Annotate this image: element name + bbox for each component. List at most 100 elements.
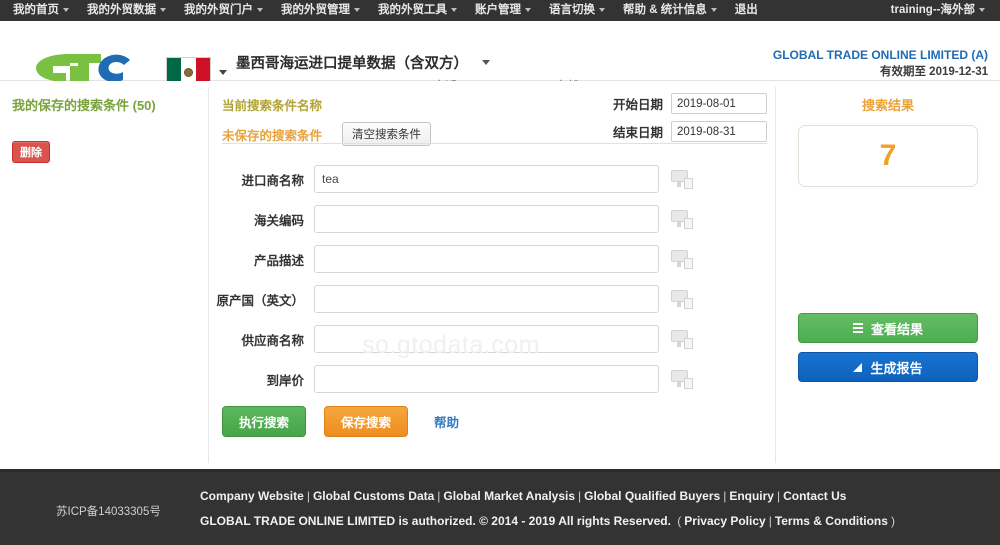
account-name: GLOBAL TRADE ONLINE LIMITED (A) (772, 48, 988, 62)
top-navigation-bar: 我的首页 我的外贸数据 我的外贸门户 我的外贸管理 我的外贸工具 账户管理 语言… (0, 0, 1000, 21)
note-icon[interactable] (671, 369, 693, 389)
footer-paren-close: ) (890, 514, 895, 528)
footer-separator: | (723, 489, 727, 503)
nav-item-trade-data[interactable]: 我的外贸数据 (78, 0, 175, 21)
field-label-cif-price: 到岸价 (266, 373, 304, 388)
start-date-input[interactable] (671, 93, 767, 114)
nav-item-home-label: 我的首页 (13, 4, 59, 16)
nav-item-account-management[interactable]: 账户管理 (466, 0, 540, 21)
chevron-down-icon[interactable] (482, 60, 490, 65)
note-stand-shape (677, 261, 681, 267)
chevron-down-icon (710, 7, 717, 12)
hs-code-input[interactable] (314, 205, 659, 233)
unsaved-condition-label: 未保存的搜索条件 (222, 128, 323, 143)
note-icon[interactable] (671, 329, 693, 349)
product-description-input[interactable] (314, 245, 659, 273)
search-fields-list: 进口商名称 海关编码 (208, 159, 775, 399)
note-page-shape (684, 217, 693, 229)
footer-link-global-customs-data[interactable]: Global Customs Data (313, 489, 434, 503)
note-icon[interactable] (671, 249, 693, 269)
view-results-label: 查看结果 (870, 321, 923, 337)
start-date-row: 开始日期 (613, 93, 767, 114)
footer-paren-open: ( (677, 514, 682, 528)
results-title: 搜索结果 (861, 98, 914, 113)
cif-price-input[interactable] (314, 365, 659, 393)
delete-button[interactable]: 删除 (12, 141, 50, 163)
field-row-product-description: 产品描述 (208, 239, 775, 279)
generate-report-label: 生成报告 (870, 360, 923, 376)
field-row-importer-name: 进口商名称 (208, 159, 775, 199)
note-icon[interactable] (671, 169, 693, 189)
importer-name-input[interactable] (314, 165, 659, 193)
nav-user-menu[interactable]: training--海外部 (882, 0, 994, 21)
field-label-supplier-name: 供应商名称 (241, 333, 304, 348)
footer-link-global-qualified-buyers[interactable]: Global Qualified Buyers (584, 489, 720, 503)
origin-country-input[interactable] (314, 285, 659, 313)
page-title[interactable]: 墨西哥海运进口提单数据（含双方） (236, 52, 723, 73)
search-form-panel: 当前搜索条件名称 未保存的搜索条件 清空搜索条件 开始日期 结束日期 (208, 81, 775, 469)
footer-separator: | (578, 489, 582, 503)
footer-link-terms-conditions[interactable]: Terms & Conditions (775, 514, 888, 528)
execute-search-button[interactable]: 执行搜索 (222, 406, 307, 437)
nav-item-trade-management-label: 我的外贸管理 (281, 4, 350, 16)
nav-item-account-management-label: 账户管理 (475, 4, 521, 16)
list-grid-icon (852, 323, 863, 333)
note-page-shape (684, 177, 693, 189)
results-panel: 搜索结果 7 查看结果 生成报告 (776, 81, 1000, 469)
note-stand-shape (677, 341, 681, 347)
footer-link-company-website[interactable]: Company Website (200, 489, 304, 503)
field-row-supplier-name: 供应商名称 (208, 319, 775, 359)
nav-item-language-switch-label: 语言切换 (549, 4, 595, 16)
save-search-button[interactable]: 保存搜索 (324, 406, 409, 437)
flag-emblem-icon (183, 67, 193, 77)
view-results-button[interactable]: 查看结果 (798, 313, 978, 343)
chevron-down-icon (599, 7, 605, 12)
nav-item-help-stats[interactable]: 帮助 & 统计信息 (614, 0, 726, 21)
main-body: 我的保存的搜索条件 (50) 删除 当前搜索条件名称 未保存的搜索条件 清空搜索… (0, 81, 1000, 469)
page-header: GLOBAL TRADE ONLINE LIMITED 墨西哥海运进口提单数据（… (0, 21, 1000, 95)
current-condition-label: 当前搜索条件名称 (222, 99, 323, 113)
footer-link-global-market-analysis[interactable]: Global Market Analysis (443, 489, 575, 503)
chevron-down-icon[interactable] (219, 69, 227, 75)
chevron-down-icon (451, 7, 457, 12)
chevron-down-icon (63, 7, 69, 12)
nav-item-trade-management[interactable]: 我的外贸管理 (272, 0, 369, 21)
footer-links: Company Website | Global Customs Data | Glob… (200, 489, 846, 503)
saved-conditions-sidebar: 我的保存的搜索条件 (50) 删除 (0, 81, 208, 163)
field-label-origin-country: 原产国（英文） (216, 293, 304, 308)
nav-item-trade-tools-label: 我的外贸工具 (378, 4, 447, 16)
note-stand-shape (677, 221, 681, 227)
gto-logo-icon (36, 54, 130, 83)
footer-link-contact-us[interactable]: Contact Us (783, 489, 846, 503)
help-link[interactable]: 帮助 (434, 412, 459, 431)
footer-link-privacy-policy[interactable]: Privacy Policy (684, 514, 765, 528)
nav-item-language-switch[interactable]: 语言切换 (540, 0, 614, 21)
note-page-shape (684, 377, 693, 389)
chevron-down-icon (525, 7, 531, 12)
supplier-name-input[interactable] (314, 325, 659, 353)
account-validity-value: 2019-12-31 (929, 66, 988, 79)
nav-item-home[interactable]: 我的首页 (4, 0, 78, 21)
icp-license: 苏ICP备14033305号 (56, 506, 161, 518)
note-stand-shape (677, 301, 681, 307)
nav-item-trade-tools[interactable]: 我的外贸工具 (369, 0, 466, 21)
nav-item-trade-portal[interactable]: 我的外贸门户 (175, 0, 272, 21)
date-range-block: 开始日期 结束日期 (613, 93, 767, 149)
chevron-down-icon (979, 7, 985, 12)
note-page-shape (684, 297, 693, 309)
field-row-cif-price: 到岸价 (208, 359, 775, 399)
nav-item-help-stats-label: 帮助 & 统计信息 (623, 4, 707, 16)
note-icon[interactable] (671, 289, 693, 309)
note-page-shape (684, 257, 693, 269)
nav-item-logout[interactable]: 退出 (726, 0, 767, 21)
saved-conditions-title: 我的保存的搜索条件 (50) (12, 98, 156, 113)
note-icon[interactable] (671, 209, 693, 229)
end-date-input[interactable] (671, 121, 767, 142)
end-date-label: 结束日期 (612, 126, 663, 140)
generate-report-button[interactable]: 生成报告 (798, 352, 978, 382)
nav-item-logout-label: 退出 (734, 4, 758, 16)
footer-link-enquiry[interactable]: Enquiry (729, 489, 774, 503)
field-label-importer-name: 进口商名称 (241, 173, 304, 188)
chart-icon (853, 362, 863, 372)
footer-separator: | (768, 514, 772, 528)
